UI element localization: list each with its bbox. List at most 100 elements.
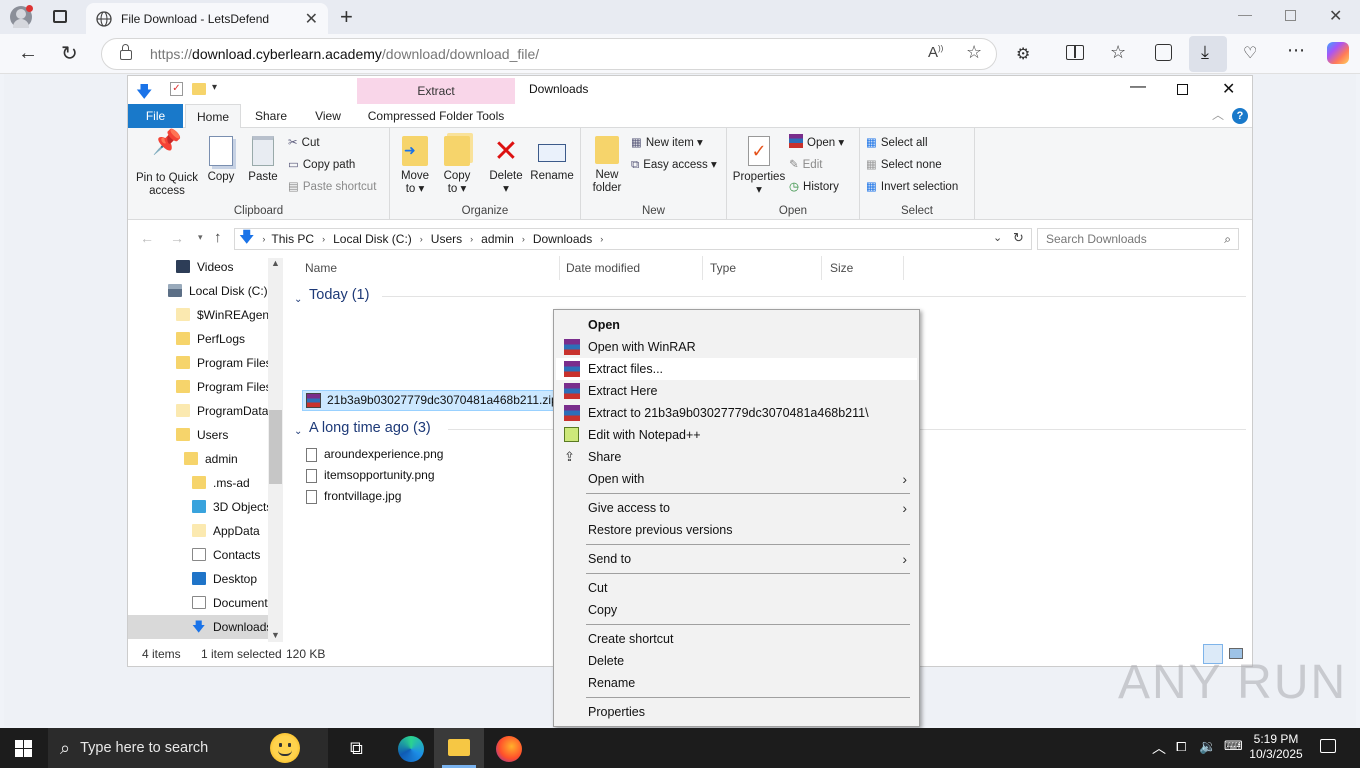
column-name[interactable]: Name	[297, 256, 560, 280]
browser-essentials-icon[interactable]: ♡	[1243, 43, 1257, 63]
refresh-folder-icon[interactable]: ↻	[1013, 230, 1024, 246]
collections-icon[interactable]	[1155, 44, 1172, 61]
cut-button[interactable]: ✂ Cut	[288, 133, 320, 153]
menu-send-to[interactable]: Send to ›	[556, 548, 917, 570]
taskbar-search-box[interactable]: ⌕ Type here to search	[48, 728, 328, 768]
explorer-taskbar-button[interactable]	[434, 728, 484, 768]
nav-item[interactable]: $WinREAgent	[128, 303, 270, 327]
tab-share[interactable]: Share	[246, 104, 296, 128]
back-icon[interactable]: ←	[18, 42, 38, 65]
profile-avatar-icon[interactable]	[10, 5, 33, 28]
nav-item[interactable]: Videos	[128, 256, 270, 279]
group-collapse-icon[interactable]: ⌄	[294, 426, 302, 437]
explorer-close-icon[interactable]: ✕	[1222, 79, 1235, 99]
network-icon[interactable]: ⧠	[1176, 739, 1186, 755]
extensions-icon[interactable]: ⚙	[1016, 44, 1030, 64]
nav-item[interactable]: Desktop	[128, 567, 270, 591]
start-windows-icon[interactable]	[15, 740, 32, 757]
menu-open[interactable]: Open	[556, 314, 917, 336]
minimize-icon[interactable]: —	[1238, 6, 1252, 22]
nav-item[interactable]: Users	[128, 423, 270, 447]
rename-button[interactable]: Rename	[528, 136, 576, 183]
explorer-minimize-icon[interactable]: —	[1130, 78, 1146, 96]
copy-path-button[interactable]: ▭ Copy path	[288, 155, 355, 175]
move-to-button[interactable]: ➜ Move to ▾	[396, 136, 434, 196]
new-folder-button[interactable]: New folder	[587, 136, 627, 195]
copy-button[interactable]: Copy	[204, 136, 238, 184]
close-tab-icon[interactable]: ✕	[305, 9, 318, 29]
read-aloud-icon[interactable]: A))	[928, 44, 943, 61]
tab-file[interactable]: File	[128, 104, 183, 128]
file-item[interactable]: aroundexperience.png	[306, 444, 443, 465]
new-item-button[interactable]: ▦ New item ▾	[631, 133, 703, 153]
edge-taskbar-icon[interactable]	[398, 736, 424, 762]
menu-create-shortcut[interactable]: Create shortcut	[556, 628, 917, 650]
file-item[interactable]: itemsopportunity.png	[306, 465, 435, 486]
lock-icon[interactable]	[120, 44, 132, 60]
menu-extract-files[interactable]: Extract files...	[556, 358, 917, 380]
menu-extract-here[interactable]: Extract Here	[556, 380, 917, 402]
notifications-icon[interactable]	[1320, 739, 1336, 753]
scroll-up-icon[interactable]: ▲	[271, 258, 280, 268]
nav-item[interactable]: 🡇 Downloads	[128, 615, 270, 639]
delete-button[interactable]: ✕ Delete ▾	[486, 136, 526, 196]
more-icon[interactable]: ⋯	[1287, 40, 1305, 61]
close-window-icon[interactable]: ✕	[1329, 6, 1342, 26]
select-none-button[interactable]: ▦ Select none	[866, 155, 942, 175]
paste-shortcut-button[interactable]: ▤ Paste shortcut	[288, 177, 376, 197]
nav-item[interactable]: admin	[128, 447, 270, 471]
easy-access-button[interactable]: ⧉ Easy access ▾	[631, 155, 717, 175]
scroll-down-icon[interactable]: ▼	[271, 630, 280, 640]
search-downloads-input[interactable]: Search Downloads ⌕	[1037, 228, 1239, 250]
menu-share[interactable]: ⇪ Share	[556, 446, 917, 468]
menu-copy[interactable]: Copy	[556, 599, 917, 621]
breadcrumb[interactable]: 🡇 › This PC › Local Disk (C:) › Users › …	[234, 228, 1032, 250]
customize-quick-access-icon[interactable]: ▾	[212, 82, 217, 93]
new-tab-icon[interactable]: +	[340, 4, 353, 30]
menu-cut[interactable]: Cut	[556, 577, 917, 599]
restore-icon[interactable]	[1285, 10, 1296, 21]
nav-item[interactable]: .ms-ad	[128, 471, 270, 495]
menu-rename[interactable]: Rename	[556, 672, 917, 694]
firefox-taskbar-icon[interactable]	[496, 736, 522, 762]
copilot-icon[interactable]	[1327, 42, 1349, 64]
address-dropdown-icon[interactable]: ⌄	[993, 231, 1002, 244]
file-item[interactable]: frontvillage.jpg	[306, 486, 401, 507]
edit-button[interactable]: ✎ Edit	[789, 155, 822, 175]
up-folder-icon[interactable]: ↑	[214, 229, 222, 246]
group-today[interactable]: Today (1)	[309, 287, 369, 303]
nav-scrollbar[interactable]: ▲ ▼	[268, 258, 283, 642]
tab-home[interactable]: Home	[185, 104, 241, 128]
properties-quick-icon[interactable]: ✓	[170, 82, 183, 96]
nav-item[interactable]: ProgramData	[128, 399, 270, 423]
breadcrumb-users[interactable]: Users	[431, 232, 462, 246]
nav-item[interactable]: Local Disk (C:)	[128, 279, 270, 303]
recent-locations-icon[interactable]: ▾	[198, 232, 203, 243]
nav-item[interactable]: 3D Objects	[128, 495, 270, 519]
nav-back-icon[interactable]: ←	[140, 230, 154, 246]
menu-properties[interactable]: Properties	[556, 701, 917, 723]
extract-contextual-tab[interactable]: Extract	[357, 78, 515, 104]
address-bar[interactable]: https://download.cyberlearn.academy/down…	[101, 38, 997, 70]
history-button[interactable]: ◷ History	[789, 177, 839, 197]
split-screen-icon[interactable]	[1066, 45, 1084, 60]
paste-button[interactable]: Paste	[246, 136, 280, 184]
invert-selection-button[interactable]: ▦ Invert selection	[866, 177, 958, 197]
nav-scroll-thumb[interactable]	[269, 410, 282, 484]
show-hidden-icons-icon[interactable]: ︿	[1152, 738, 1166, 758]
collapse-ribbon-icon[interactable]: ︿	[1212, 106, 1224, 123]
nav-item[interactable]: Program Files	[128, 375, 270, 399]
nav-item[interactable]: Program Files	[128, 351, 270, 375]
explorer-maximize-icon[interactable]	[1177, 84, 1188, 95]
menu-extract-to-folder[interactable]: Extract to 21b3a9b03027779dc3070481a468b…	[556, 402, 917, 424]
browser-tab[interactable]: File Download - LetsDefend ✕	[86, 3, 328, 34]
properties-button[interactable]: ✓ Properties ▾	[731, 136, 787, 197]
copy-to-button[interactable]: Copy to ▾	[438, 136, 476, 196]
group-collapse-icon[interactable]: ⌄	[294, 294, 302, 305]
add-favorite-icon[interactable]: ☆	[966, 42, 982, 63]
nav-item[interactable]: Documents	[128, 591, 270, 615]
nav-item[interactable]: PerfLogs	[128, 327, 270, 351]
tab-compressed-folder-tools[interactable]: Compressed Folder Tools	[362, 104, 510, 128]
favorites-icon[interactable]: ☆	[1110, 42, 1126, 63]
breadcrumb-admin[interactable]: admin	[481, 232, 514, 246]
